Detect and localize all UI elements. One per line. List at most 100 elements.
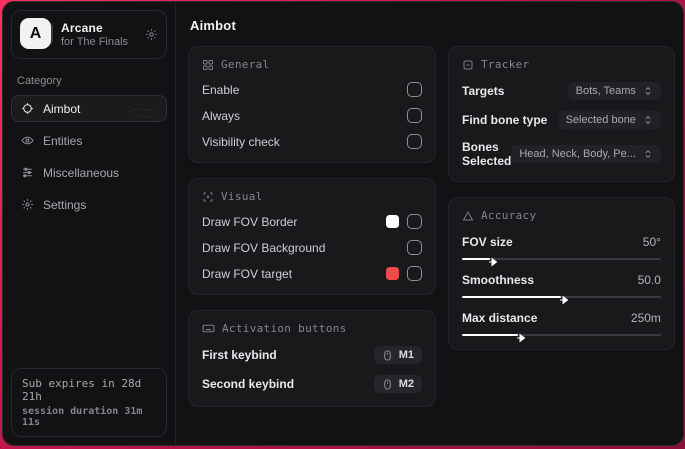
- sidebar-item-label: Miscellaneous: [43, 165, 120, 180]
- category-label: Category: [17, 75, 62, 87]
- setting-row-second-keybind: Second keybind M2: [202, 375, 422, 393]
- visibility-check-checkbox[interactable]: [407, 134, 422, 149]
- setting-label: Draw FOV target: [202, 266, 293, 281]
- setting-label: Second keybind: [202, 377, 295, 391]
- sidebar-nav: Aimbot Entities Miscellaneous Settings: [3, 95, 175, 218]
- card-title: Visual: [221, 190, 263, 203]
- main-panel: Aimbot General Enable Always Visibility …: [176, 2, 683, 445]
- fov-border-checkbox[interactable]: [407, 214, 422, 229]
- setting-row-fov-size: FOV size 50°: [462, 235, 661, 267]
- mouse-icon: [382, 378, 393, 390]
- scan-plus-icon: [202, 191, 214, 203]
- mouse-icon: [382, 349, 393, 361]
- fov-background-checkbox[interactable]: [407, 240, 422, 255]
- setting-label: Targets: [462, 84, 505, 98]
- setting-row-visibility-check: Visibility check: [202, 134, 422, 149]
- sidebar-item-label: Aimbot: [43, 101, 81, 116]
- max-distance-value: 250m: [630, 311, 661, 325]
- setting-row-targets: Targets Bots, Teams: [462, 82, 661, 100]
- brand-subtitle: for The Finals: [61, 36, 129, 48]
- setting-label: Draw FOV Border: [202, 214, 298, 229]
- sidebar-item-settings[interactable]: Settings: [11, 191, 167, 218]
- bones-selected-dropdown[interactable]: Head, Neck, Body, Pe...: [511, 145, 661, 163]
- gear-icon[interactable]: [145, 28, 158, 41]
- fov-target-checkbox[interactable]: [407, 266, 422, 281]
- card-title: Activation buttons: [222, 322, 347, 335]
- eye-icon: [21, 134, 34, 147]
- keyboard-icon: [202, 322, 215, 335]
- setting-row-bones-selected: Bones Selected Head, Neck, Body, Pe...: [462, 140, 661, 168]
- dropdown-value: Bots, Teams: [575, 85, 636, 97]
- card-title: Tracker: [481, 58, 530, 71]
- chevrons-up-down-icon: [643, 149, 653, 159]
- setting-row-find-bone-type: Find bone type Selected bone: [462, 111, 661, 129]
- setting-label: Find bone type: [462, 113, 548, 127]
- app-window: A Arcane for The Finals Category Aimbot …: [2, 1, 684, 446]
- sidebar: A Arcane for The Finals Category Aimbot …: [3, 2, 176, 445]
- tracker-card: Tracker Targets Bots, Teams Find bone ty…: [448, 46, 675, 182]
- dropdown-value: Head, Neck, Body, Pe...: [519, 148, 636, 160]
- setting-label: Smoothness: [462, 273, 535, 287]
- session-duration-text: session duration 31m 11s: [22, 406, 143, 428]
- grid-icon: [202, 59, 214, 71]
- setting-label: Enable: [202, 82, 240, 97]
- crosshair-icon: [21, 102, 34, 115]
- fov-size-value: 50°: [642, 235, 661, 249]
- second-keybind-button[interactable]: M2: [373, 375, 422, 393]
- accuracy-card: Accuracy FOV size 50° Smoothness 50.0 Ma…: [448, 197, 675, 350]
- visual-card: Visual Draw FOV Border Draw FOV Backgrou…: [188, 178, 436, 295]
- setting-label: Bones Selected: [462, 140, 512, 168]
- arcane-logo: A: [20, 18, 53, 51]
- sidebar-item-label: Settings: [43, 197, 87, 212]
- smoothness-value: 50.0: [637, 273, 661, 287]
- sidebar-item-entities[interactable]: Entities: [11, 127, 167, 154]
- card-title: General: [221, 58, 270, 71]
- setting-label: Draw FOV Background: [202, 240, 326, 255]
- setting-row-fov-target: Draw FOV target: [202, 266, 422, 281]
- fov-border-color-swatch[interactable]: [386, 215, 399, 228]
- setting-row-smoothness: Smoothness 50.0: [462, 273, 661, 305]
- active-item-ghost: [130, 109, 156, 117]
- sidebar-item-label: Entities: [43, 133, 83, 148]
- slider-thumb[interactable]: [516, 330, 526, 343]
- fov-target-color-swatch[interactable]: [386, 267, 399, 280]
- setting-label: FOV size: [462, 235, 513, 249]
- keybind-value: M1: [398, 349, 414, 361]
- setting-label: First keybind: [202, 348, 277, 362]
- slider-thumb[interactable]: [559, 292, 569, 305]
- setting-row-max-distance: Max distance 250m: [462, 311, 661, 343]
- page-title: Aimbot: [190, 18, 236, 33]
- logo-letter: A: [20, 18, 51, 49]
- keybind-value: M2: [398, 378, 414, 390]
- activation-buttons-card: Activation buttons First keybind M1 Seco…: [188, 310, 436, 407]
- setting-row-always: Always: [202, 108, 422, 123]
- brand-name: Arcane: [61, 21, 103, 35]
- setting-label: Always: [202, 108, 241, 123]
- brand-card: A Arcane for The Finals: [11, 10, 167, 59]
- chevrons-up-down-icon: [643, 115, 653, 125]
- slider-thumb[interactable]: [488, 254, 498, 267]
- setting-row-fov-background: Draw FOV Background: [202, 240, 422, 255]
- smoothness-slider[interactable]: [462, 295, 661, 305]
- general-card: General Enable Always Visibility check: [188, 46, 436, 163]
- triangle-icon: [462, 210, 474, 222]
- max-distance-slider[interactable]: [462, 333, 661, 343]
- setting-label: Max distance: [462, 311, 538, 325]
- subscription-status: Sub expires in 28d 21h session duration …: [11, 368, 167, 437]
- setting-label: Visibility check: [202, 134, 280, 149]
- chevrons-up-down-icon: [643, 86, 653, 96]
- targets-dropdown[interactable]: Bots, Teams: [567, 82, 661, 100]
- enable-checkbox[interactable]: [407, 82, 422, 97]
- always-checkbox[interactable]: [407, 108, 422, 123]
- sub-expires-text: Sub expires in 28d 21h: [22, 377, 142, 403]
- setting-row-first-keybind: First keybind M1: [202, 346, 422, 364]
- find-bone-type-dropdown[interactable]: Selected bone: [557, 111, 661, 129]
- setting-row-enable: Enable: [202, 82, 422, 97]
- fov-size-slider[interactable]: [462, 257, 661, 267]
- sidebar-item-miscellaneous[interactable]: Miscellaneous: [11, 159, 167, 186]
- sidebar-item-aimbot[interactable]: Aimbot: [11, 95, 167, 122]
- gear-icon: [21, 198, 34, 211]
- dropdown-value: Selected bone: [565, 114, 636, 126]
- setting-row-fov-border: Draw FOV Border: [202, 214, 422, 229]
- first-keybind-button[interactable]: M1: [373, 346, 422, 364]
